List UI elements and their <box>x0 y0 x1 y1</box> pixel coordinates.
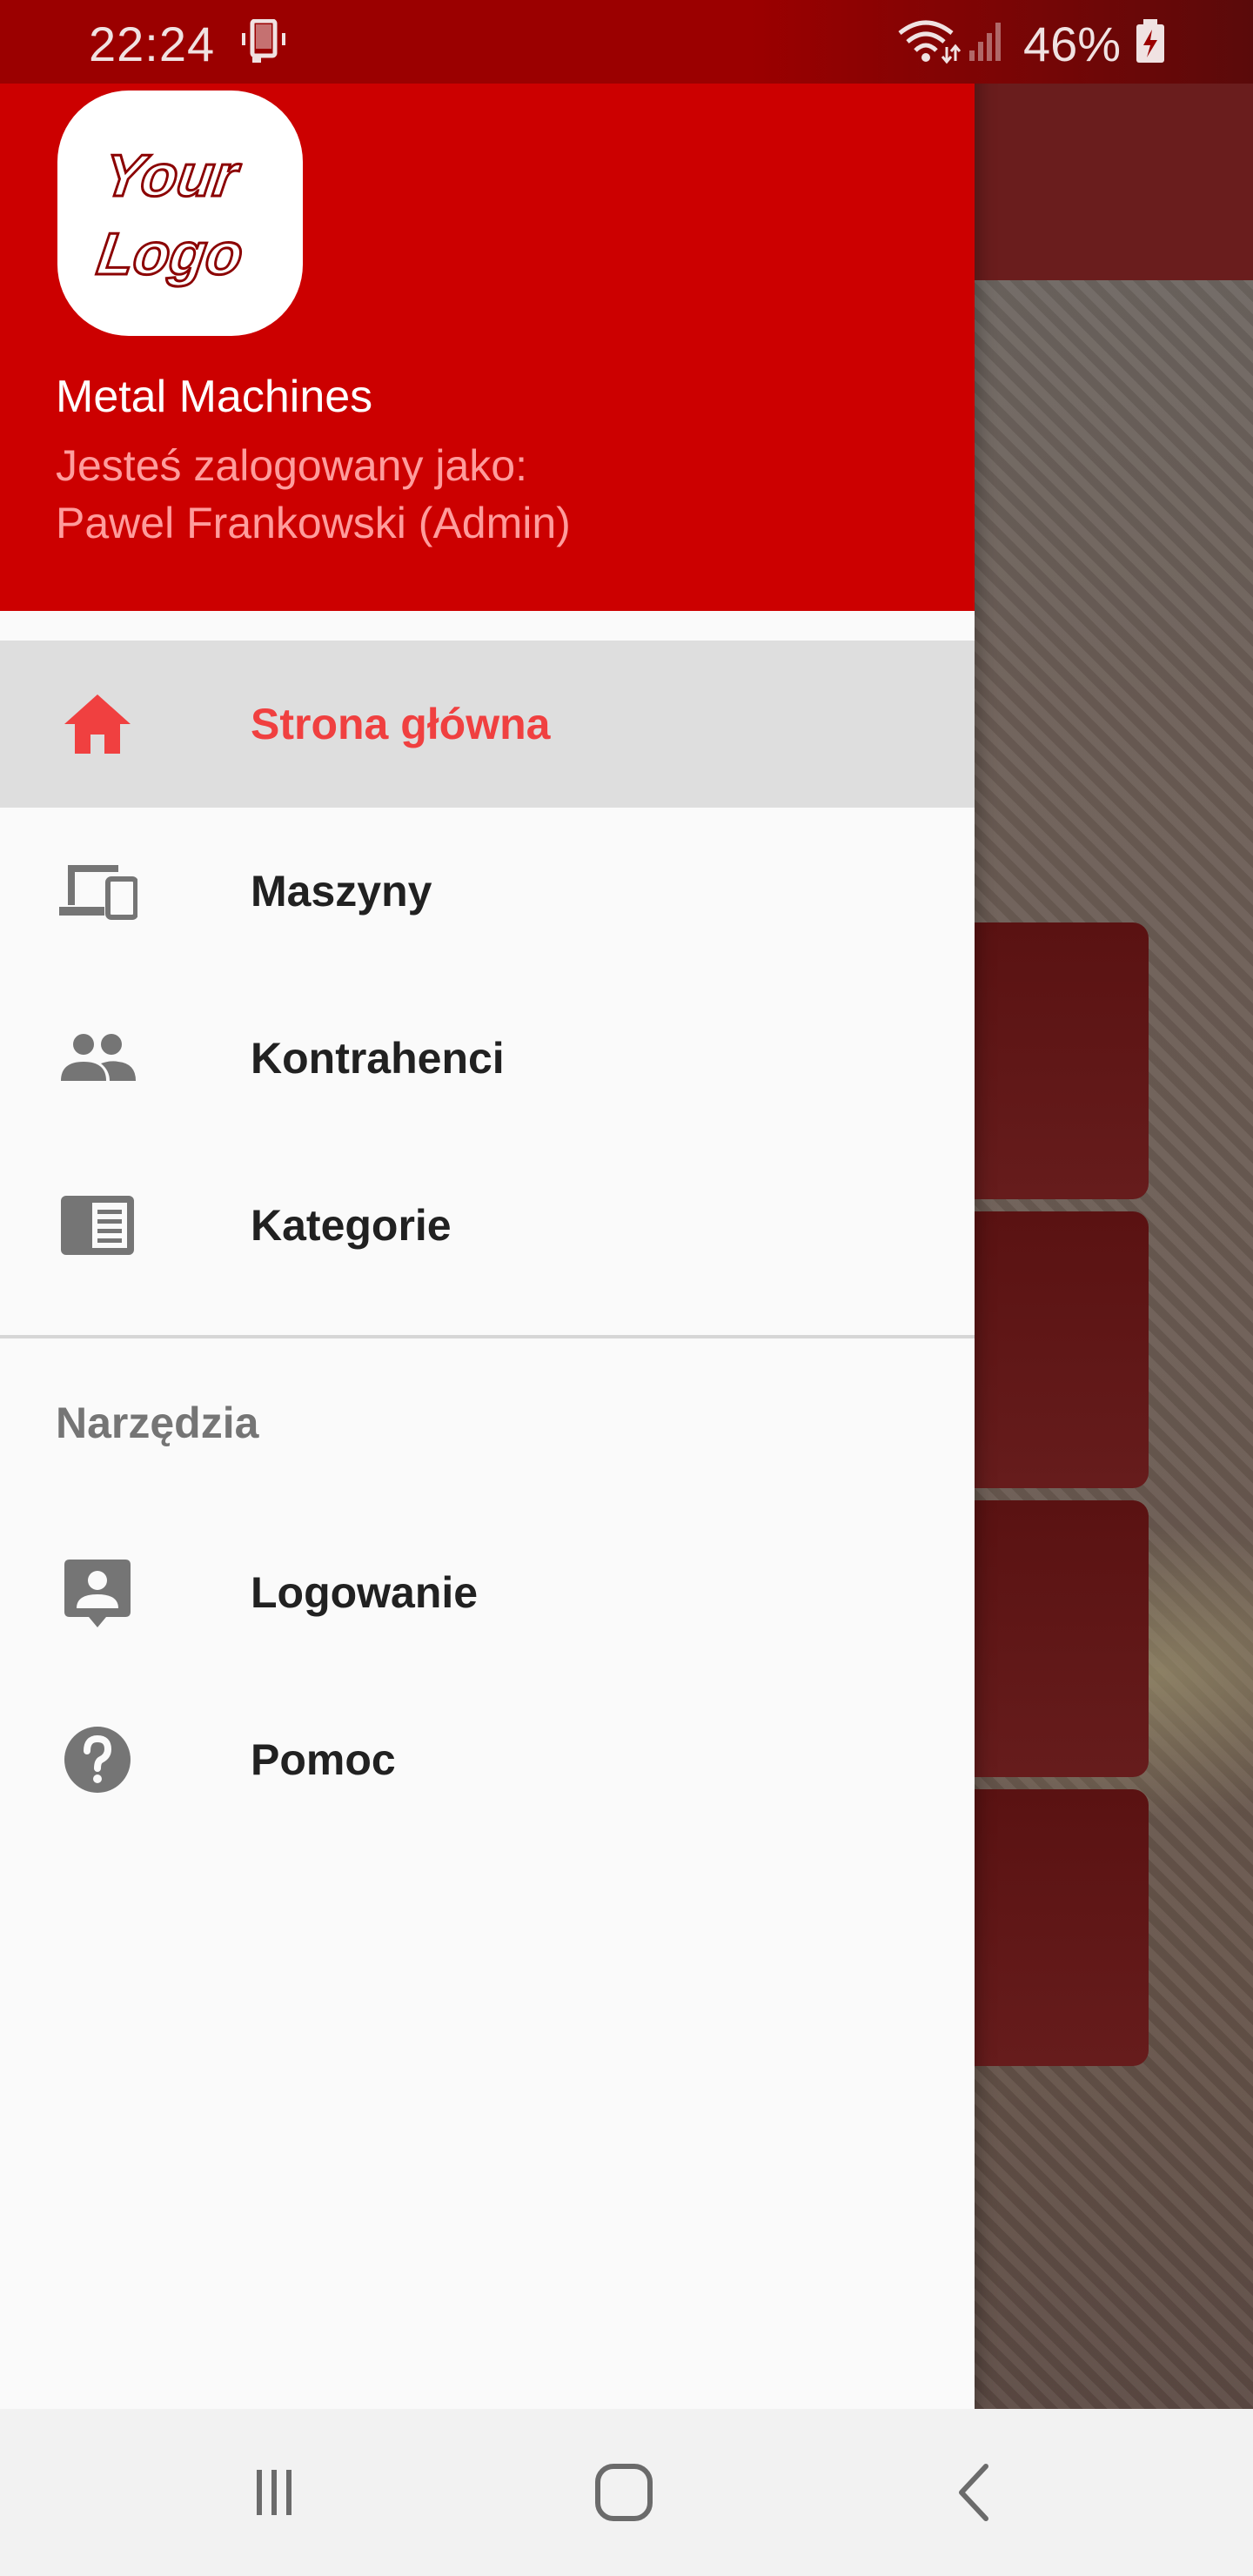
menu-divider <box>0 1335 975 1338</box>
list-card-icon <box>57 1191 137 1260</box>
phone-vibrate-icon <box>240 18 289 64</box>
wifi-icon <box>896 17 962 66</box>
system-nav-bar <box>0 2409 1253 2576</box>
devices-icon <box>57 856 137 926</box>
home-icon <box>57 689 137 759</box>
menu-item-label: Kategorie <box>251 1201 452 1250</box>
contact-icon <box>57 1558 137 1627</box>
menu-item-machines[interactable]: Maszyny <box>0 808 975 975</box>
app-logo: Your Logo <box>57 91 303 336</box>
battery-charging-icon <box>1133 19 1168 64</box>
user-name: Pawel Frankowski (Admin) <box>56 499 571 547</box>
recents-icon <box>257 2470 291 2515</box>
menu-item-login[interactable]: Logowanie <box>0 1509 975 1676</box>
status-time: 22:24 <box>89 17 216 71</box>
tools-menu: Logowanie Pomoc <box>0 1509 975 1843</box>
people-icon <box>57 1023 137 1093</box>
menu-item-label: Logowanie <box>251 1568 479 1617</box>
home-icon <box>595 2464 653 2521</box>
menu-item-label: Strona główna <box>251 700 551 748</box>
menu-item-label: Kontrahenci <box>251 1034 505 1083</box>
navigation-drawer: Your Logo Metal Machines Jesteś zalogowa… <box>0 0 975 2409</box>
menu-item-help[interactable]: Pomoc <box>0 1676 975 1843</box>
recents-button[interactable] <box>226 2452 322 2532</box>
svg-text:Logo: Logo <box>93 221 247 287</box>
app-name: Metal Machines <box>56 372 373 422</box>
home-button[interactable] <box>576 2452 672 2532</box>
user-info: Jesteś zalogowany jako: Pawel Frankowski… <box>56 437 571 552</box>
back-button[interactable] <box>928 2452 1023 2532</box>
menu-item-label: Pomoc <box>251 1735 396 1784</box>
tools-section-title: Narzędzia <box>56 1399 259 1447</box>
menu-item-contractors[interactable]: Kontrahenci <box>0 975 975 1142</box>
status-bar: 22:24 46% <box>0 0 1253 84</box>
battery-level: 46% <box>1023 17 1122 71</box>
menu-item-categories[interactable]: Kategorie <box>0 1142 975 1309</box>
signal-icon <box>966 19 1008 63</box>
main-menu: Strona główna Maszyny Kontrahenci Katego… <box>0 641 975 1309</box>
menu-item-home[interactable]: Strona główna <box>0 641 975 808</box>
back-icon <box>959 2464 988 2521</box>
help-icon <box>57 1725 137 1794</box>
menu-item-label: Maszyny <box>251 867 432 916</box>
drawer-header: Your Logo Metal Machines Jesteś zalogowa… <box>0 84 975 611</box>
logged-as-label: Jesteś zalogowany jako: <box>56 441 527 490</box>
svg-text:Your: Your <box>100 143 245 209</box>
